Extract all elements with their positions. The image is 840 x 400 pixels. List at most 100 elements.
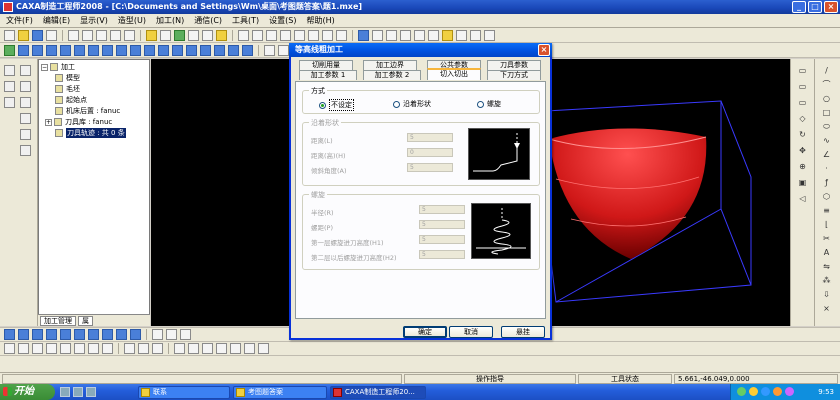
menu-file[interactable]: 文件(F) xyxy=(6,15,33,26)
curve-arc-icon[interactable] xyxy=(152,343,163,354)
engrave-icon[interactable] xyxy=(88,329,99,340)
helix-first-height-input[interactable]: 5 xyxy=(419,235,465,244)
zoom-out-icon[interactable] xyxy=(400,29,411,41)
tab-properties[interactable]: 属 xyxy=(78,315,93,326)
cancel-button[interactable]: 取消 xyxy=(449,326,493,338)
minimize-button[interactable]: _ xyxy=(792,1,806,13)
hide-button[interactable]: 悬挂 xyxy=(501,326,545,338)
revolve-icon[interactable] xyxy=(46,44,57,56)
tab-machining-manager[interactable]: 加工管理 xyxy=(40,315,76,326)
extrude-icon[interactable] xyxy=(18,44,29,56)
taskbar-item-caxa[interactable]: CAXA制造工程师20... xyxy=(330,386,426,399)
surface-trim-icon[interactable] xyxy=(278,44,289,56)
view-front-icon[interactable]: ▭ xyxy=(797,65,808,76)
measure-icon[interactable] xyxy=(322,29,333,41)
tree-item-start-point[interactable]: 起始点 xyxy=(55,95,87,105)
filter-icon[interactable] xyxy=(174,29,185,41)
circle-icon[interactable]: ○ xyxy=(821,93,832,104)
wireframe-icon[interactable] xyxy=(442,29,453,41)
constraint-icon[interactable] xyxy=(20,97,31,108)
array-icon[interactable]: ⁂ xyxy=(821,275,832,286)
curve-project-icon[interactable] xyxy=(244,343,255,354)
update-icon[interactable] xyxy=(785,387,794,396)
print-icon[interactable] xyxy=(46,29,57,41)
pattern-icon[interactable] xyxy=(172,44,183,56)
tab-cutting-params[interactable]: 切削用量 xyxy=(299,60,353,70)
tree-item-blank[interactable]: 毛坯 xyxy=(55,84,80,94)
select-icon[interactable] xyxy=(4,65,15,76)
formula-curve-icon[interactable]: ƒ xyxy=(821,177,832,188)
color-icon[interactable] xyxy=(216,29,227,41)
curve-mirror-icon[interactable] xyxy=(202,343,213,354)
element-icon[interactable] xyxy=(252,29,263,41)
measure-tool-icon[interactable] xyxy=(4,97,15,108)
break-icon[interactable]: ⨯ xyxy=(821,303,832,314)
close-button[interactable]: × xyxy=(824,1,838,13)
tab-tool-params[interactable]: 刀具参数 xyxy=(487,60,541,70)
fillet-curve-icon[interactable]: ⌊ xyxy=(821,219,832,230)
contour-machining-icon[interactable] xyxy=(32,329,43,340)
layer-icon[interactable] xyxy=(160,29,171,41)
curve-edit-icon[interactable] xyxy=(20,145,31,156)
simulation-icon[interactable] xyxy=(102,329,113,340)
point-icon[interactable]: · xyxy=(821,163,832,174)
pocket-icon[interactable] xyxy=(74,329,85,340)
helix-next-height-input[interactable]: 5 xyxy=(419,250,465,259)
curve-offset-icon[interactable] xyxy=(230,343,241,354)
volume-icon[interactable] xyxy=(749,387,758,396)
view-fit-icon[interactable]: ▣ xyxy=(797,177,808,188)
pan-icon[interactable] xyxy=(414,29,425,41)
zoom-window-icon[interactable] xyxy=(372,29,383,41)
spline-icon[interactable]: ∿ xyxy=(821,135,832,146)
fillet-icon[interactable] xyxy=(88,44,99,56)
tab-machining-boundary[interactable]: 加工边界 xyxy=(363,60,417,70)
quicklaunch-ie-icon[interactable] xyxy=(60,387,70,397)
query-icon[interactable] xyxy=(266,29,277,41)
mirror-icon[interactable] xyxy=(186,44,197,56)
network-icon[interactable] xyxy=(737,387,746,396)
rotate-icon[interactable] xyxy=(428,29,439,41)
view-iso-icon[interactable]: ◇ xyxy=(797,113,808,124)
menu-model[interactable]: 造型(U) xyxy=(118,15,146,26)
ime-icon[interactable] xyxy=(761,387,770,396)
light-icon[interactable] xyxy=(146,29,157,41)
trim-curve-icon[interactable]: ✂ xyxy=(821,233,832,244)
taskbar-item-answers[interactable]: 考图题答案 xyxy=(233,386,327,399)
toolpath-edit-icon[interactable] xyxy=(152,329,163,340)
security-icon[interactable] xyxy=(773,387,782,396)
loft-icon[interactable] xyxy=(60,44,71,56)
dimension-icon[interactable] xyxy=(336,29,347,41)
hide-icon[interactable] xyxy=(456,29,467,41)
curve-chamfer-icon[interactable] xyxy=(60,343,71,354)
feature-tool-icon[interactable] xyxy=(20,113,31,124)
curve-scale-icon[interactable] xyxy=(174,343,185,354)
view-shaded-icon[interactable] xyxy=(358,29,369,41)
expand-icon[interactable]: + xyxy=(45,118,52,126)
radio-along-shape[interactable]: 沿着形状 xyxy=(393,99,431,109)
menu-edit[interactable]: 编辑(E) xyxy=(43,15,70,26)
distance-height-input[interactable]: 0 xyxy=(407,148,453,157)
maximize-button[interactable]: □ xyxy=(808,1,822,13)
datum-icon[interactable] xyxy=(242,44,253,56)
drill-icon[interactable] xyxy=(60,329,71,340)
curve-rotate-icon[interactable] xyxy=(188,343,199,354)
render-icon[interactable] xyxy=(484,29,495,41)
tab-machining-params-1[interactable]: 加工参数 1 xyxy=(299,70,357,80)
toolpath-check-icon[interactable] xyxy=(166,329,177,340)
curve-join-icon[interactable] xyxy=(32,343,43,354)
area-machining-icon[interactable] xyxy=(46,329,57,340)
shell-icon[interactable] xyxy=(144,44,155,56)
tab-plunge-mode[interactable]: 下刀方式 xyxy=(487,70,541,80)
menu-help[interactable]: 帮助(H) xyxy=(307,15,335,26)
cut-extrude-icon[interactable] xyxy=(32,44,43,56)
post-icon[interactable] xyxy=(116,329,127,340)
arc-icon[interactable]: ⌒ xyxy=(821,79,832,90)
tab-lead-in-out[interactable]: 切入切出 xyxy=(427,68,481,80)
view-side-icon[interactable]: ▭ xyxy=(797,97,808,108)
helix-pitch-input[interactable]: 5 xyxy=(419,220,465,229)
dialog-title-bar[interactable]: 等高线粗加工 × xyxy=(289,43,552,57)
distance-input[interactable]: 5 xyxy=(407,133,453,142)
undo-icon[interactable] xyxy=(110,29,121,41)
collapse-icon[interactable]: − xyxy=(41,63,48,71)
scale-icon[interactable] xyxy=(200,44,211,56)
